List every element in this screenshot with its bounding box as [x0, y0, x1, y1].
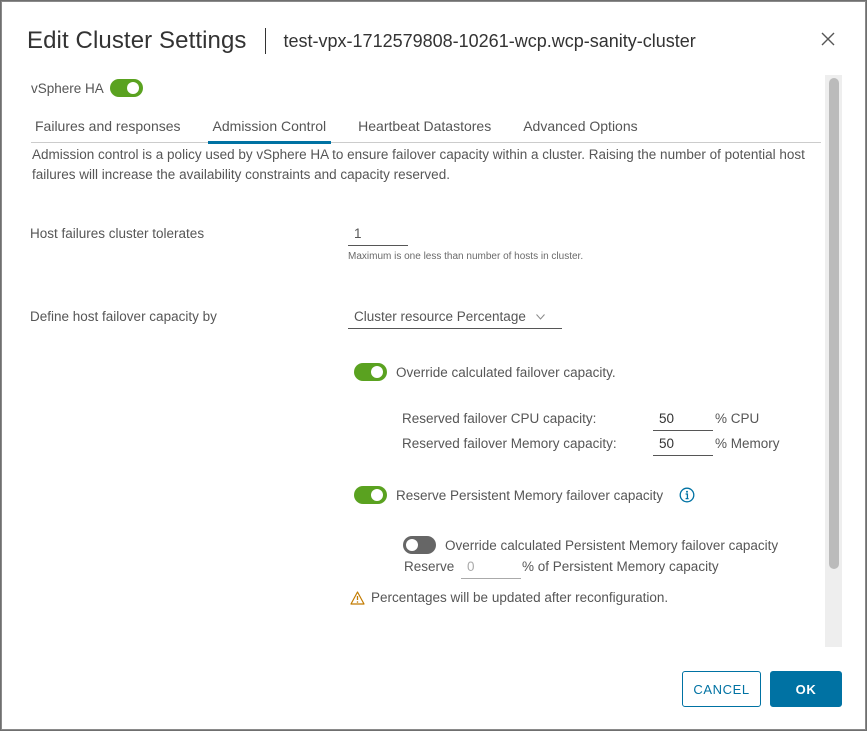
chevron-down-icon: [535, 313, 545, 320]
close-icon: [821, 32, 835, 46]
pmem-reserve-input[interactable]: 0: [461, 557, 521, 579]
pmem-reserve-label: Reserve Persistent Memory failover capac…: [396, 487, 664, 503]
cpu-capacity-input[interactable]: 50: [653, 409, 713, 431]
memory-capacity-input[interactable]: 50: [653, 434, 713, 456]
override-failover-toggle[interactable]: [354, 363, 387, 381]
tab-heartbeat-datastores[interactable]: Heartbeat Datastores: [354, 110, 495, 143]
toggle-knob: [371, 366, 383, 378]
scrollbar[interactable]: [825, 75, 842, 647]
tab-admission-control[interactable]: Admission Control: [207, 110, 331, 144]
scrollbar-thumb[interactable]: [829, 78, 839, 569]
pmem-reserve-prefix: Reserve: [404, 559, 455, 574]
failover-capacity-select[interactable]: Cluster resource Percentage: [348, 305, 562, 329]
tab-failures-and-responses[interactable]: Failures and responses: [31, 110, 185, 143]
pmem-reserve-row: Reserve Persistent Memory failover capac…: [354, 486, 695, 504]
pmem-override-row: Override calculated Persistent Memory fa…: [403, 536, 778, 554]
dialog-header: Edit Cluster Settings test-vpx-171257980…: [27, 24, 845, 58]
vsphere-ha-toggle[interactable]: [109, 79, 143, 97]
pmem-override-toggle[interactable]: [403, 536, 436, 554]
cpu-capacity-unit: % CPU: [715, 411, 760, 426]
warning-row: Percentages will be updated after reconf…: [350, 590, 668, 605]
close-button[interactable]: [821, 32, 839, 50]
toggle-knob: [406, 539, 418, 551]
override-failover-row: Override calculated failover capacity.: [354, 363, 616, 381]
pmem-reserve-toggle[interactable]: [354, 486, 387, 504]
memory-capacity-unit: % Memory: [715, 436, 780, 451]
cancel-button[interactable]: CANCEL: [682, 671, 761, 707]
host-failures-label: Host failures cluster tolerates: [30, 226, 205, 241]
toggle-knob: [371, 489, 383, 501]
host-failures-hint: Maximum is one less than number of hosts…: [348, 251, 584, 262]
host-failures-input[interactable]: 1: [348, 224, 408, 246]
failover-capacity-value: Cluster resource Percentage: [354, 308, 526, 324]
vsphere-ha-label: vSphere HA: [31, 80, 104, 96]
ok-button[interactable]: OK: [770, 671, 842, 707]
pmem-reserve-unit: % of Persistent Memory capacity: [522, 559, 719, 574]
failover-capacity-label: Define host failover capacity by: [30, 309, 217, 324]
warning-icon: [350, 590, 365, 605]
pmem-override-label: Override calculated Persistent Memory fa…: [445, 537, 779, 553]
vsphere-ha-row: vSphere HA: [31, 79, 143, 97]
edit-cluster-settings-dialog: Edit Cluster Settings test-vpx-171257980…: [1, 1, 866, 730]
dialog-title: Edit Cluster Settings: [27, 27, 247, 54]
warning-text: Percentages will be updated after reconf…: [371, 590, 669, 605]
override-failover-label: Override calculated failover capacity.: [396, 364, 616, 380]
info-icon[interactable]: [679, 487, 695, 503]
memory-capacity-label: Reserved failover Memory capacity:: [402, 436, 617, 451]
admission-control-description: Admission control is a policy used by vS…: [32, 147, 805, 182]
title-separator: [264, 28, 266, 54]
tab-bar: Failures and responses Admission Control…: [31, 110, 821, 144]
tab-advanced-options[interactable]: Advanced Options: [519, 110, 641, 143]
toggle-knob: [126, 82, 139, 94]
cpu-capacity-label: Reserved failover CPU capacity:: [402, 411, 597, 426]
cluster-name: test-vpx-1712579808-10261-wcp.wcp-sanity…: [283, 30, 696, 51]
